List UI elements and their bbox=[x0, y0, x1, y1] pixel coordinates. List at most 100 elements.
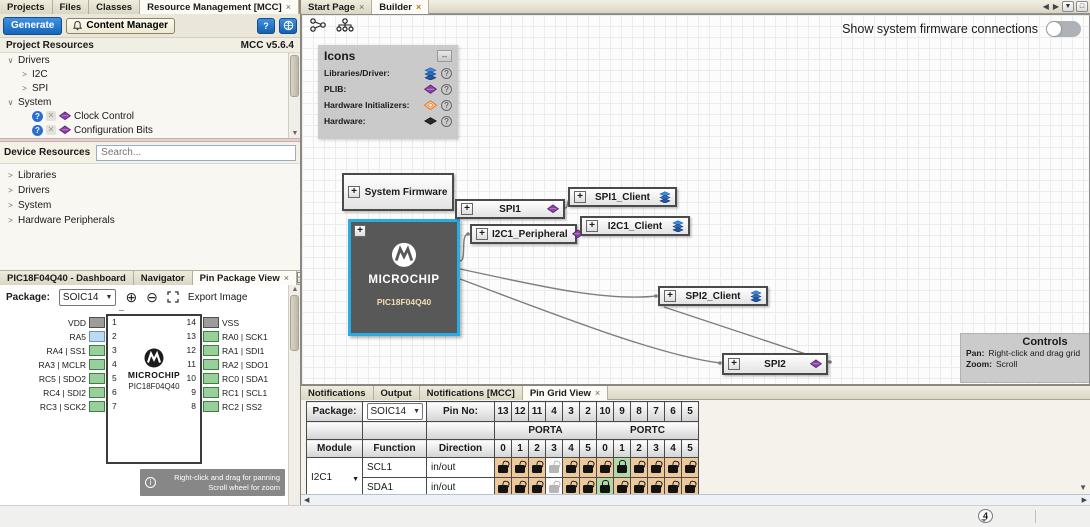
expand-icon[interactable]: + bbox=[461, 203, 473, 215]
scroll-left-icon[interactable]: ◀ bbox=[304, 496, 309, 504]
pin-number-header[interactable]: 12 bbox=[512, 402, 529, 422]
easy-view-icon[interactable] bbox=[310, 18, 327, 35]
pin-box[interactable] bbox=[203, 373, 219, 384]
module-cell[interactable]: I2C1▼ bbox=[307, 458, 363, 498]
device-block-pic18f04q40[interactable]: + MICROCHIP PIC18F04Q40 bbox=[348, 219, 460, 336]
grid-scroll-down-icon[interactable]: ▼ bbox=[1079, 483, 1087, 492]
scroll-right-icon[interactable]: ▶ bbox=[1082, 496, 1087, 504]
tab-notifications-mcc[interactable]: Notifications [MCC] bbox=[420, 386, 523, 400]
help-icon[interactable]: ? bbox=[441, 116, 452, 127]
help-icon[interactable]: ? bbox=[441, 68, 452, 79]
tree-item-spi[interactable]: >SPI bbox=[0, 81, 300, 95]
pin-number-header[interactable]: 9 bbox=[614, 402, 631, 422]
expand-icon[interactable]: > bbox=[6, 216, 15, 225]
close-icon[interactable]: × bbox=[284, 273, 289, 283]
collapse-icon[interactable]: ∨ bbox=[6, 56, 15, 65]
chevron-down-icon[interactable]: ▼ bbox=[352, 476, 359, 483]
block-spi2[interactable]: +SPI2 bbox=[722, 353, 828, 375]
tab-pic18f04q40-dashboard[interactable]: PIC18F04Q40 - Dashboard bbox=[0, 271, 134, 285]
tab-builder[interactable]: Builder× bbox=[372, 0, 429, 14]
tab-classes[interactable]: Classes bbox=[89, 0, 140, 14]
bit-number-header[interactable]: 0 bbox=[495, 440, 512, 458]
pin-lock-cell[interactable] bbox=[512, 458, 529, 478]
expand-icon[interactable]: > bbox=[20, 84, 29, 93]
tab-output[interactable]: Output bbox=[374, 386, 420, 400]
search-input[interactable] bbox=[96, 145, 296, 161]
block-i2c1-client[interactable]: +I2C1_Client bbox=[580, 216, 690, 236]
device-tree-item-drivers[interactable]: >Drivers bbox=[0, 183, 300, 198]
help-icon[interactable]: ? bbox=[441, 84, 452, 95]
device-tree-item-hardware-peripherals[interactable]: >Hardware Peripherals bbox=[0, 213, 300, 228]
scroll-up-icon[interactable]: ▲ bbox=[289, 286, 300, 293]
expand-icon[interactable]: > bbox=[6, 171, 15, 180]
tab-files[interactable]: Files bbox=[53, 0, 90, 14]
legend-minimize-button[interactable]: – bbox=[437, 50, 452, 62]
pin-box[interactable] bbox=[203, 331, 219, 342]
pin-box[interactable] bbox=[89, 317, 105, 328]
bit-number-header[interactable]: 3 bbox=[648, 440, 665, 458]
tab-notifications[interactable]: Notifications bbox=[301, 386, 374, 400]
pin-box[interactable] bbox=[89, 331, 105, 342]
zoom-out-icon[interactable]: ⊖ bbox=[146, 290, 158, 304]
tree-item-i2c[interactable]: >I2C bbox=[0, 67, 300, 81]
bit-number-header[interactable]: 3 bbox=[546, 440, 563, 458]
pin-lock-cell[interactable] bbox=[597, 458, 614, 478]
pin-number-header[interactable]: 13 bbox=[495, 402, 512, 422]
tab-resource-management-mcc[interactable]: Resource Management [MCC]× bbox=[140, 0, 299, 14]
expand-icon[interactable]: > bbox=[20, 70, 29, 79]
tab-projects[interactable]: Projects bbox=[0, 0, 53, 14]
pin-box[interactable] bbox=[89, 387, 105, 398]
zoom-in-icon[interactable]: ⊕ bbox=[125, 290, 137, 304]
device-tree-item-system[interactable]: >System bbox=[0, 198, 300, 213]
pin-box[interactable] bbox=[89, 373, 105, 384]
firmware-connections-toggle[interactable] bbox=[1046, 21, 1081, 37]
expand-icon[interactable]: + bbox=[728, 358, 740, 370]
pin-box[interactable] bbox=[89, 345, 105, 356]
pin-lock-cell[interactable] bbox=[563, 458, 580, 478]
globe-button[interactable] bbox=[279, 18, 297, 34]
expand-icon[interactable]: + bbox=[354, 225, 366, 237]
pin-number-header[interactable]: 6 bbox=[665, 402, 682, 422]
pin-lock-cell[interactable] bbox=[495, 458, 512, 478]
pin-lock-cell[interactable] bbox=[682, 458, 699, 478]
pin-number-header[interactable]: 2 bbox=[580, 402, 597, 422]
fit-to-view-icon[interactable] bbox=[167, 291, 179, 303]
help-button[interactable]: ? bbox=[257, 18, 275, 34]
pin-number-header[interactable]: 3 bbox=[563, 402, 580, 422]
scroll-tabs-left-icon[interactable]: ◀ bbox=[1042, 2, 1050, 11]
tab-list-dropdown-icon[interactable]: ▼ bbox=[1062, 1, 1074, 12]
pin-number-header[interactable]: 7 bbox=[648, 402, 665, 422]
pin-lock-cell[interactable] bbox=[614, 458, 631, 478]
grid-package-select[interactable]: SOIC14▼ bbox=[367, 403, 423, 420]
pin-number-header[interactable]: 10 bbox=[597, 402, 614, 422]
bit-number-header[interactable]: 0 bbox=[597, 440, 614, 458]
expand-icon[interactable]: + bbox=[348, 186, 360, 198]
tab-navigator[interactable]: Navigator bbox=[134, 271, 193, 285]
pin-package-scrollbar[interactable]: ▲ bbox=[288, 285, 300, 505]
generate-button[interactable]: Generate bbox=[3, 17, 62, 35]
package-select[interactable]: SOIC14 ▼ bbox=[59, 289, 117, 306]
collapse-icon[interactable]: ∨ bbox=[6, 98, 15, 107]
close-icon[interactable]: × bbox=[286, 2, 291, 12]
bit-number-header[interactable]: 4 bbox=[665, 440, 682, 458]
help-icon[interactable]: ? bbox=[32, 125, 43, 136]
scroll-down-icon[interactable]: ▼ bbox=[289, 130, 300, 137]
pin-lock-cell[interactable] bbox=[631, 458, 648, 478]
expand-icon[interactable]: > bbox=[6, 186, 15, 195]
pin-box[interactable] bbox=[203, 401, 219, 412]
bit-number-header[interactable]: 1 bbox=[512, 440, 529, 458]
scroll-tabs-right-icon[interactable]: ▶ bbox=[1052, 2, 1060, 11]
help-icon[interactable]: ? bbox=[441, 100, 452, 111]
bit-number-header[interactable]: 5 bbox=[580, 440, 597, 458]
tab-start-page[interactable]: Start Page× bbox=[301, 0, 372, 14]
block-spi1[interactable]: +SPI1 bbox=[455, 199, 565, 219]
flat-view-icon[interactable] bbox=[336, 18, 354, 35]
pin-lock-cell[interactable] bbox=[648, 458, 665, 478]
block-system-firmware[interactable]: +System Firmware bbox=[342, 173, 454, 211]
export-image-button[interactable]: Export Image bbox=[188, 292, 247, 303]
pin-box[interactable] bbox=[203, 345, 219, 356]
expand-icon[interactable]: + bbox=[476, 228, 488, 240]
maximize-window-icon[interactable]: □ bbox=[1076, 1, 1088, 12]
bit-number-header[interactable]: 1 bbox=[614, 440, 631, 458]
notification-badge[interactable]: 4 bbox=[978, 509, 993, 523]
